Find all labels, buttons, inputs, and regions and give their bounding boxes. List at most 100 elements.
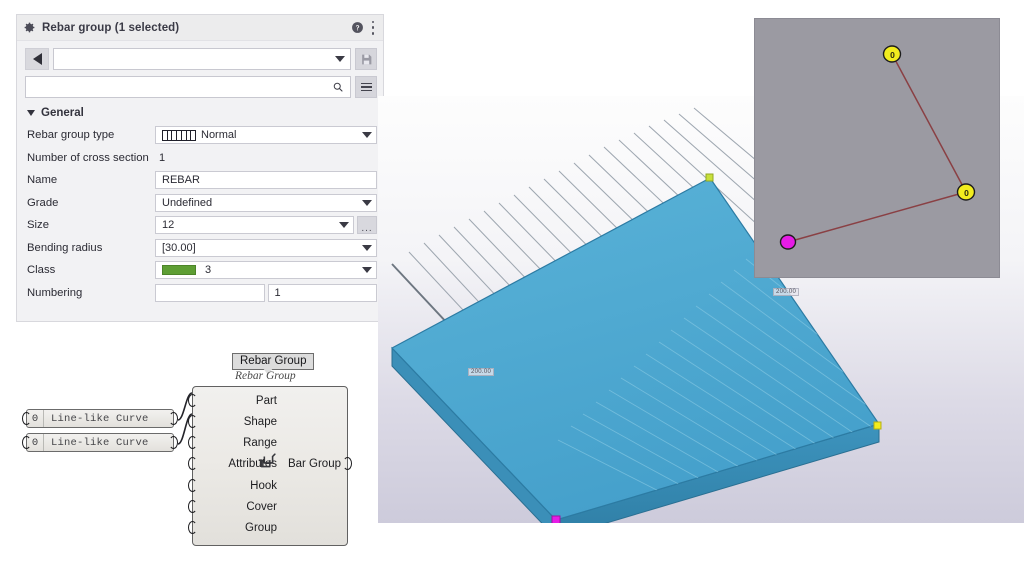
search-input[interactable] (32, 81, 332, 93)
name-input[interactable]: REBAR (155, 171, 377, 190)
dimension-label-2: 200.00 (773, 288, 800, 296)
chevron-down-icon (362, 267, 372, 274)
param-label: Line-like Curve (51, 412, 149, 425)
vertex-marker-start (779, 234, 797, 250)
row-label: Numbering (27, 286, 83, 299)
row-label: Size (27, 219, 49, 232)
rebar-group-type-combo[interactable]: Normal (155, 126, 377, 145)
port-out-bar-group[interactable] (343, 457, 352, 470)
chevron-down-icon (362, 244, 372, 251)
search-toolbar-row (17, 70, 383, 98)
vertex-label-0: 0 (890, 49, 895, 60)
row-rebar-group-type: Rebar group type Normal (25, 124, 377, 147)
section-label: General (41, 107, 84, 119)
input-param-line-like-curve-1[interactable]: 0 Line-like Curve (22, 409, 178, 428)
port-in-cover[interactable] (188, 500, 197, 513)
node-subtitle: Rebar Group (235, 370, 296, 382)
corner-marker-green (705, 173, 714, 182)
input-param-line-like-curve-2[interactable]: 0 Line-like Curve (22, 433, 178, 452)
port-in-curve-1[interactable] (22, 412, 31, 425)
rebar-segment-1 (891, 53, 967, 193)
port-in-part[interactable] (188, 394, 197, 407)
param-label: Line-like Curve (51, 436, 149, 449)
row-size: Size 12 ... (25, 214, 377, 237)
rebar-group-node[interactable]: Part Shape Range Attributes Hook Cover G… (188, 386, 352, 546)
property-grid: Rebar group type Normal Number of cross … (17, 124, 383, 304)
row-label: Grade (27, 196, 59, 209)
panel-titlebar: Rebar group (1 selected) (17, 15, 383, 41)
search-icon[interactable] (332, 81, 344, 93)
panel-body: General Rebar group type Normal Number o… (17, 41, 383, 304)
rebar-stirrup-icon (257, 451, 279, 473)
row-label: Number of cross section (27, 151, 149, 164)
hamburger-menu-icon[interactable] (355, 76, 377, 98)
corner-marker-magenta (551, 515, 561, 523)
rebar-bars-icon (162, 129, 196, 141)
chevron-down-icon (27, 110, 35, 116)
port-out-curve-2[interactable] (169, 436, 178, 449)
search-box[interactable] (25, 76, 351, 98)
back-arrow-icon[interactable] (25, 48, 49, 70)
size-more-button[interactable]: ... (357, 216, 377, 235)
preset-combo[interactable] (53, 48, 351, 70)
section-header-general[interactable]: General (17, 98, 383, 124)
row-numbering: Numbering 1 (25, 282, 377, 305)
titlebar-actions (351, 20, 377, 35)
corner-marker-yellow (873, 421, 882, 430)
help-icon[interactable] (351, 21, 364, 34)
vertex-label-1: 0 (964, 187, 969, 198)
rebar-polyline (779, 45, 976, 250)
row-value: Normal (201, 129, 237, 142)
port-in-hook[interactable] (188, 479, 197, 492)
port-in-shape[interactable] (188, 415, 197, 428)
port-in-curve-2[interactable] (22, 436, 31, 449)
rebar-group-property-panel: Rebar group (1 selected) General Rebar g… (16, 14, 384, 322)
row-label: Rebar group type (27, 129, 115, 142)
row-value: REBAR (162, 174, 200, 187)
chevron-down-icon (339, 222, 349, 229)
node-input-shape[interactable]: Shape (193, 416, 277, 428)
port-in-group[interactable] (188, 521, 197, 534)
chevron-down-icon (362, 132, 372, 139)
number-of-cross-section-value: 1 (155, 149, 377, 167)
chevron-down-icon (335, 56, 345, 62)
row-label: Bending radius (27, 241, 103, 254)
rebar-segment-2 (787, 191, 967, 243)
dimension-label-1: 200.00 (468, 368, 495, 376)
row-label: Class (27, 264, 56, 277)
numbering-prefix-input[interactable] (155, 283, 265, 302)
row-label: Name (27, 174, 58, 187)
preset-toolbar-row (17, 41, 383, 70)
panel-title: Rebar group (1 selected) (42, 21, 180, 34)
chevron-down-icon (362, 199, 372, 206)
row-name: Name REBAR (25, 169, 377, 192)
node-input-group[interactable]: Group (193, 522, 277, 534)
port-in-attributes[interactable] (188, 457, 197, 470)
row-grade: Grade Undefined (25, 192, 377, 215)
node-input-cover[interactable]: Cover (193, 501, 277, 513)
class-color-swatch (162, 265, 196, 276)
node-input-part[interactable]: Part (193, 395, 277, 407)
row-number-of-cross-section: Number of cross section 1 (25, 147, 377, 170)
row-value: [30.00] (162, 241, 196, 254)
row-value: 3 (205, 264, 212, 277)
grade-combo[interactable]: Undefined (155, 193, 377, 212)
node-tooltip: Rebar Group (232, 353, 315, 370)
numbering-start-input[interactable]: 1 (267, 283, 377, 302)
size-combo[interactable]: 12 (155, 216, 354, 235)
row-value: 1 (159, 151, 166, 164)
node-output-bar-group[interactable]: Bar Group (288, 458, 341, 470)
bending-radius-combo[interactable]: [30.00] (155, 238, 377, 257)
port-out-curve-1[interactable] (169, 412, 178, 425)
gear-icon (23, 21, 36, 34)
node-input-hook[interactable]: Hook (193, 480, 277, 492)
row-value: Undefined (162, 196, 213, 209)
row-class: Class 3 (25, 259, 377, 282)
row-value-right: 1 (274, 286, 281, 299)
rebar-shape-viewport-2d[interactable]: 0 0 (754, 18, 1000, 278)
class-combo[interactable]: 3 (155, 261, 377, 280)
more-options-icon[interactable] (371, 20, 375, 35)
save-icon[interactable] (355, 48, 377, 70)
node-input-range[interactable]: Range (193, 437, 277, 449)
port-in-range[interactable] (188, 436, 197, 449)
